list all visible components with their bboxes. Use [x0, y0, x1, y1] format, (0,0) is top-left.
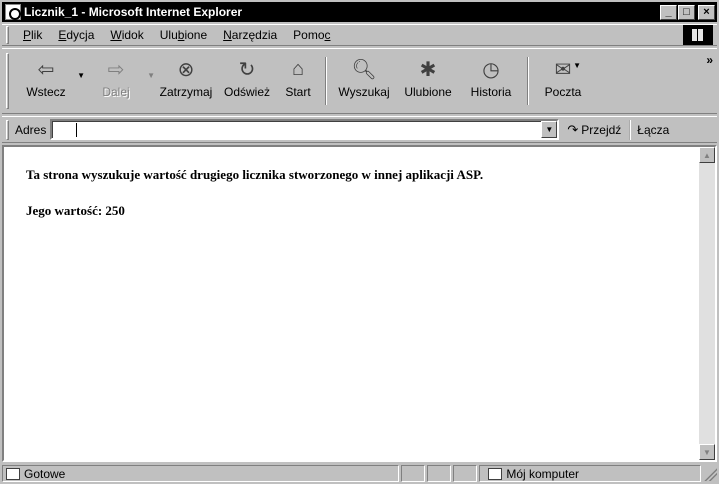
forward-button[interactable]: ⇨ Dalej ▼ [85, 49, 155, 113]
ie-icon [5, 4, 21, 20]
back-arrow-icon: ⇦ [37, 58, 55, 81]
my-computer-icon [488, 467, 503, 480]
counter-value-text: Jego wartość: 250 [26, 203, 125, 218]
maximize-button[interactable]: □ [678, 4, 695, 20]
history-button[interactable]: ◷ Historia [459, 49, 523, 113]
zone-panel: Mój komputer [479, 465, 702, 482]
close-button[interactable]: × [698, 4, 715, 20]
refresh-icon: ↻ [238, 58, 256, 81]
browser-window: Licznik_1 - Microsoft Internet Explorer … [0, 0, 719, 484]
favorites-button[interactable]: ✱ Ulubione [397, 49, 459, 113]
page-content: Ta strona wyszukuje wartość drugiego lic… [4, 147, 699, 460]
go-arrow-icon: ↷ [567, 121, 579, 137]
status-panel-empty [453, 465, 478, 482]
standard-toolbar: ⇦ Wstecz ▼ ⇨ Dalej ▼ ⊗ Zatrzymaj ↻ Odświ… [2, 48, 717, 114]
stop-button[interactable]: ⊗ Zatrzymaj [153, 49, 219, 113]
search-icon: 🔍︎ [351, 58, 377, 81]
status-bar: Gotowe Mój komputer [2, 464, 717, 483]
favorites-folder-icon: ✱ [419, 58, 437, 81]
status-panel-empty [427, 465, 452, 482]
address-dropdown-button[interactable]: ▼ [541, 121, 558, 138]
stop-icon: ⊗ [177, 58, 195, 81]
window-title: Licznik_1 - Microsoft Internet Explorer [24, 5, 243, 19]
toolbar-more-chevron[interactable]: » [706, 53, 713, 67]
toolbar-separator [527, 57, 529, 105]
address-input[interactable]: ▼ [50, 119, 560, 140]
home-button[interactable]: ⌂ Start [275, 49, 321, 113]
resize-grip[interactable] [703, 466, 717, 481]
home-icon: ⌂ [291, 57, 305, 80]
back-button[interactable]: ⇦ Wstecz ▼ [15, 49, 85, 113]
back-dropdown-icon[interactable]: ▼ [77, 71, 85, 80]
menu-bar: Plik Edycja Widok Ulubione Narzędzia Pom… [2, 24, 717, 46]
title-bar: Licznik_1 - Microsoft Internet Explorer … [2, 2, 717, 22]
text-caret [76, 122, 78, 137]
menu-help[interactable]: Pomoc [285, 28, 338, 42]
page-icon [6, 467, 20, 480]
history-icon: ◷ [482, 58, 500, 81]
status-text-panel: Gotowe [2, 465, 400, 482]
toolbar-separator [325, 57, 327, 105]
windows-logo-icon [683, 25, 713, 45]
toolbar-grip[interactable] [6, 53, 9, 109]
address-bar: Adres ▼ ↷ Przejdź Łącza [2, 116, 717, 143]
description-text: Ta strona wyszukuje wartość drugiego lic… [26, 167, 484, 182]
address-grip[interactable] [6, 119, 9, 140]
menu-view[interactable]: Widok [102, 28, 151, 42]
mail-dropdown-icon[interactable]: ▼ [573, 61, 581, 70]
menu-grip[interactable] [6, 26, 9, 44]
vertical-scrollbar[interactable]: ▲ ▼ [699, 147, 715, 460]
menu-favorites[interactable]: Ulubione [152, 28, 215, 42]
refresh-button[interactable]: ↻ Odśwież [219, 49, 275, 113]
go-button[interactable]: ↷ Przejdź [567, 122, 621, 138]
address-label: Adres [15, 122, 47, 137]
forward-arrow-icon: ⇨ [107, 58, 125, 81]
mail-icon: ✉ [554, 58, 572, 81]
search-button[interactable]: 🔍︎ Wyszukaj [331, 49, 397, 113]
menu-file[interactable]: Plik [15, 28, 50, 42]
minimize-button[interactable]: _ [660, 4, 677, 20]
links-toolbar[interactable]: Łącza [629, 119, 669, 140]
status-panel-empty [401, 465, 426, 482]
menu-tools[interactable]: Narzędzia [215, 28, 285, 42]
scroll-up-button[interactable]: ▲ [699, 147, 715, 163]
menu-edit[interactable]: Edycja [50, 28, 102, 42]
content-frame: Ta strona wyszukuje wartość drugiego lic… [2, 145, 717, 462]
scroll-down-button[interactable]: ▼ [699, 444, 715, 460]
mail-button[interactable]: ✉ Poczta ▼ [533, 49, 593, 113]
